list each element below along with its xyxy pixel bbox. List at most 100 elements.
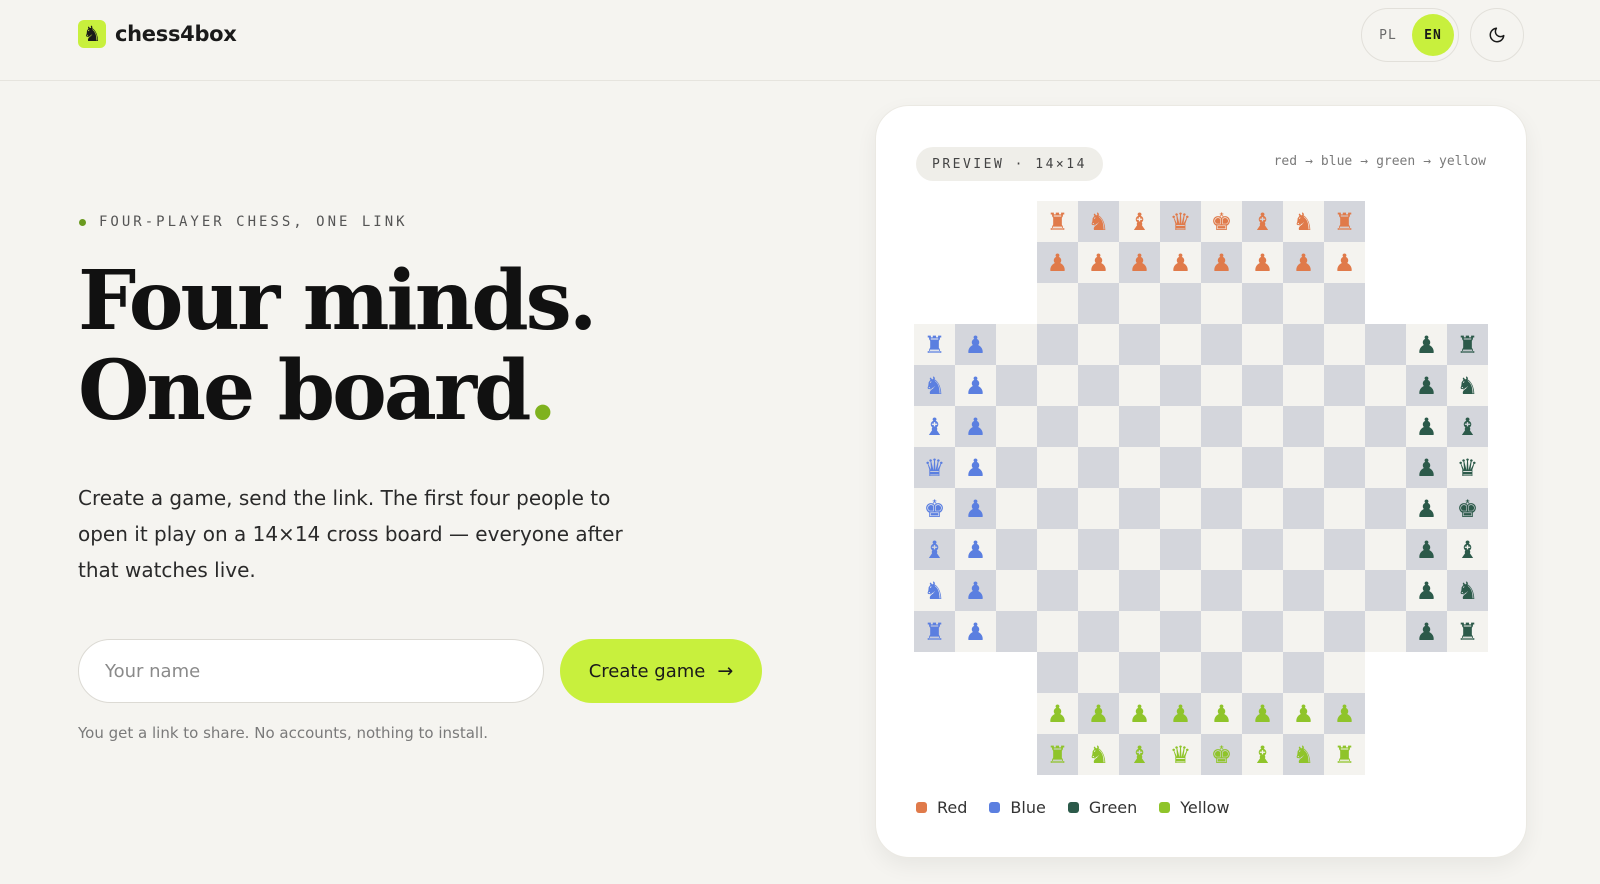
blue-pawn-icon: ♟ xyxy=(964,330,987,359)
green-piece-icon: ♛ xyxy=(1456,453,1479,482)
board-square: ♟ xyxy=(1406,324,1447,365)
board-square: ♜ xyxy=(1324,734,1365,775)
blue-pawn-icon: ♟ xyxy=(964,371,987,400)
board-square: ♞ xyxy=(1283,201,1324,242)
turn-arrow: → xyxy=(1360,154,1369,169)
board-square xyxy=(1283,652,1324,693)
board-square xyxy=(1365,447,1406,488)
board-square: ♟ xyxy=(955,611,996,652)
board-square xyxy=(1242,488,1283,529)
board-square: ♟ xyxy=(1242,693,1283,734)
board-square xyxy=(1078,324,1119,365)
turn-yellow: yellow xyxy=(1439,154,1486,169)
board-square xyxy=(996,488,1037,529)
board-square xyxy=(1324,488,1365,529)
turn-arrow: → xyxy=(1305,154,1313,169)
board-square xyxy=(1160,447,1201,488)
board-square: ♟ xyxy=(955,324,996,365)
red-pawn-icon: ♟ xyxy=(1046,248,1069,277)
board-square xyxy=(1201,488,1242,529)
board-square: ♝ xyxy=(1119,201,1160,242)
lang-option-en[interactable]: EN xyxy=(1412,14,1454,56)
red-pawn-icon: ♟ xyxy=(1169,248,1192,277)
board-square: ♟ xyxy=(1283,242,1324,283)
board-square xyxy=(1037,365,1078,406)
legend-swatch xyxy=(989,802,1001,813)
board-square: ♜ xyxy=(1447,324,1488,365)
board-square xyxy=(1119,611,1160,652)
board-square: ♟ xyxy=(955,488,996,529)
board-square: ♟ xyxy=(1078,693,1119,734)
board-square: ♟ xyxy=(1119,242,1160,283)
green-pawn-icon: ♟ xyxy=(1415,330,1438,359)
header: ♞ chess4box PL EN xyxy=(0,0,1600,81)
green-pawn-icon: ♟ xyxy=(1415,576,1438,605)
player-legend: Red Blue Green Yellow xyxy=(916,798,1230,817)
board-square xyxy=(1324,283,1365,324)
red-pawn-icon: ♟ xyxy=(1087,248,1110,277)
green-piece-icon: ♞ xyxy=(1456,371,1479,400)
board-square xyxy=(1160,324,1201,365)
board-square xyxy=(1283,324,1324,365)
board-square xyxy=(1365,611,1406,652)
board-square xyxy=(1365,365,1406,406)
board-square: ♟ xyxy=(1242,242,1283,283)
legend-item-red: Red xyxy=(916,798,967,817)
board-square xyxy=(1365,570,1406,611)
board-square: ♞ xyxy=(1447,365,1488,406)
red-piece-icon: ♜ xyxy=(1333,207,1356,236)
board-square xyxy=(1160,570,1201,611)
create-game-button[interactable]: Create game → xyxy=(560,639,762,703)
board-square: ♟ xyxy=(1324,242,1365,283)
lang-option-pl[interactable]: PL xyxy=(1368,15,1408,55)
board-square xyxy=(1119,283,1160,324)
board-square xyxy=(996,365,1037,406)
board-square xyxy=(1119,488,1160,529)
board-square: ♝ xyxy=(914,529,955,570)
board-square xyxy=(996,406,1037,447)
board-square xyxy=(1119,365,1160,406)
board-square: ♞ xyxy=(1447,570,1488,611)
board-square: ♚ xyxy=(914,488,955,529)
board-square: ♟ xyxy=(1201,242,1242,283)
legend-label: Green xyxy=(1088,798,1138,817)
board-square xyxy=(1324,529,1365,570)
board-square xyxy=(1037,529,1078,570)
board-square xyxy=(1201,611,1242,652)
board-square xyxy=(1324,570,1365,611)
eyebrow-text: FOUR-PLAYER CHESS, ONE LINK xyxy=(99,214,408,230)
green-piece-icon: ♞ xyxy=(1456,576,1479,605)
board-square xyxy=(1283,365,1324,406)
board-square xyxy=(1160,283,1201,324)
board-square xyxy=(1201,406,1242,447)
red-piece-icon: ♝ xyxy=(1128,207,1151,236)
board-square xyxy=(1078,570,1119,611)
green-pawn-icon: ♟ xyxy=(1415,453,1438,482)
board-square xyxy=(996,447,1037,488)
red-pawn-icon: ♟ xyxy=(1333,248,1356,277)
moon-icon xyxy=(1489,27,1505,43)
headline-line-2-text: One board xyxy=(78,343,531,439)
board-square xyxy=(1324,447,1365,488)
red-pawn-icon: ♟ xyxy=(1251,248,1274,277)
board-square xyxy=(1078,406,1119,447)
board-square: ♟ xyxy=(1160,242,1201,283)
board-square xyxy=(1242,406,1283,447)
yellow-piece-icon: ♝ xyxy=(1251,740,1274,769)
board-square: ♚ xyxy=(1201,734,1242,775)
board-square: ♝ xyxy=(1447,406,1488,447)
board-square xyxy=(1037,652,1078,693)
board-square: ♛ xyxy=(1160,201,1201,242)
name-input[interactable] xyxy=(78,639,544,703)
green-pawn-icon: ♟ xyxy=(1415,617,1438,646)
board-square xyxy=(1037,406,1078,447)
board-square xyxy=(1242,570,1283,611)
board-square xyxy=(1078,365,1119,406)
board-square xyxy=(1078,611,1119,652)
yellow-pawn-icon: ♟ xyxy=(1210,699,1233,728)
turn-green: green xyxy=(1376,154,1416,169)
board-square: ♜ xyxy=(1447,611,1488,652)
brand-logo[interactable]: ♞ chess4box xyxy=(78,20,237,48)
theme-toggle-button[interactable] xyxy=(1470,8,1524,62)
blue-pawn-icon: ♟ xyxy=(964,617,987,646)
